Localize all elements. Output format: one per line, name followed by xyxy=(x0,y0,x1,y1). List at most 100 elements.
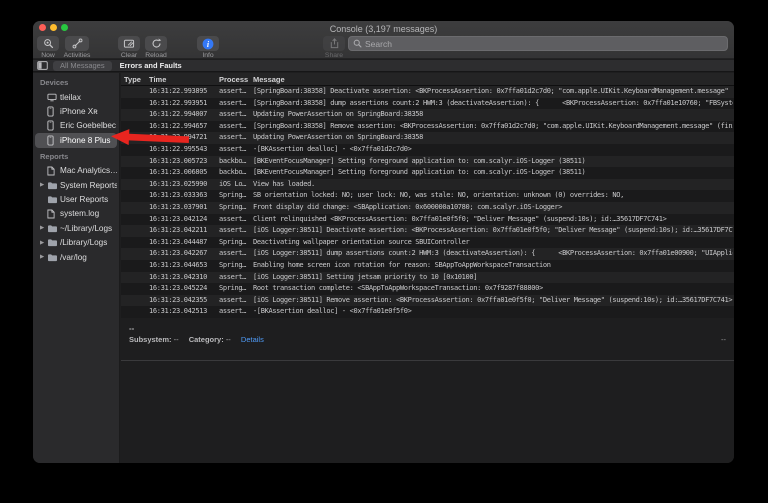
log-process: assert… xyxy=(219,295,251,307)
sidebar-item-label: Mac Analytics… xyxy=(60,166,117,175)
sidebar-item-library-logs[interactable]: ▶/Library/Logs xyxy=(35,236,117,250)
display-icon xyxy=(47,93,58,102)
log-row[interactable]: 16:31:22.993951assert…[SpringBoard:38358… xyxy=(121,98,734,110)
log-row[interactable]: 16:31:23.042267assert…[iOS Logger:38511]… xyxy=(121,248,734,260)
subsystem-label: Subsystem: xyxy=(129,335,172,344)
sidebar-item-label: iPhone 8 Plus xyxy=(60,136,111,145)
log-row[interactable]: 16:31:22.995543assert…-[BKAssertion deal… xyxy=(121,144,734,156)
reload-button[interactable] xyxy=(145,36,167,51)
log-message: Updating PowerAssertion on SpringBoard:3… xyxy=(253,132,733,144)
log-time: 16:31:23.042124 xyxy=(149,214,207,226)
sidebar-item-eric-goebelbec[interactable]: Eric Goebelbec… xyxy=(35,119,117,133)
iphone-icon xyxy=(47,120,58,131)
log-time: 16:31:23.042513 xyxy=(149,306,207,318)
iphone-icon xyxy=(47,106,58,117)
log-row[interactable]: 16:31:22.993895assert…[SpringBoard:38358… xyxy=(121,86,734,98)
info-icon: i xyxy=(202,38,214,50)
sidebar-item-label: tleilax xyxy=(60,93,81,102)
log-row[interactable]: 16:31:23.042211assert…[iOS Logger:38511]… xyxy=(121,225,734,237)
search-field[interactable] xyxy=(348,36,728,51)
log-row[interactable]: 16:31:22.994721assert…Updating PowerAsse… xyxy=(121,132,734,144)
log-row[interactable]: 16:31:23.042124assert…Client relinquishe… xyxy=(121,214,734,226)
log-row[interactable]: 16:31:23.042513 assert…-[BKAssertion deal… xyxy=(121,306,734,318)
disclosure-triangle-icon[interactable]: ▶ xyxy=(40,225,47,231)
info-button[interactable]: i xyxy=(197,36,219,51)
log-process: backbo… xyxy=(219,156,251,168)
log-row[interactable]: 16:31:23.033363Spring…SB orientation loc… xyxy=(121,190,734,202)
log-row[interactable]: 16:31:23.044487Spring…Deactivating wallp… xyxy=(121,237,734,249)
folder-icon xyxy=(47,238,58,247)
log-message: [SpringBoard:38358] Remove assertion: <B… xyxy=(253,121,733,133)
log-row[interactable]: 16:31:23.025990iOS Lo…View has loaded. xyxy=(121,179,734,191)
sidebar-item-label: /var/log xyxy=(60,253,87,262)
log-time: 16:31:23.006805 xyxy=(149,167,207,179)
log-message: [iOS Logger:38511] Deactivate assertion:… xyxy=(253,225,733,237)
filter-bar: All Messages Errors and Faults xyxy=(33,60,734,72)
log-process: assert… xyxy=(219,306,251,318)
sidebar-item-var-log[interactable]: ▶ /var/log xyxy=(35,250,117,264)
log-row[interactable]: 16:31:22.994007assert…Updating PowerAsse… xyxy=(121,109,734,121)
log-time: 16:31:23.005723 xyxy=(149,156,207,168)
log-row[interactable]: 16:31:23.042355assert…[iOS Logger:38511]… xyxy=(121,295,734,307)
log-message: -[BKAssertion dealloc] - <0x7ffa01d2c7d0… xyxy=(253,144,733,156)
disclosure-triangle-icon[interactable]: ▶ xyxy=(40,182,47,188)
reload-button-label: Reload xyxy=(145,52,167,59)
log-row[interactable]: 16:31:23.042310assert…[iOS Logger:38511]… xyxy=(121,272,734,284)
sidebar-item-tleilax[interactable]: tleilax xyxy=(35,90,117,104)
log-message: [iOS Logger:38511] Remove assertion: <BK… xyxy=(253,295,733,307)
sidebar-item-user-reports[interactable]: User Reports xyxy=(35,192,117,206)
log-row[interactable]: 16:31:22.994657assert…[SpringBoard:38358… xyxy=(121,121,734,133)
sidebar-toggle-icon[interactable] xyxy=(37,61,48,70)
disclosure-triangle-icon[interactable]: ▶ xyxy=(40,240,47,246)
subsystem-value: -- xyxy=(174,335,179,344)
tab-all-messages[interactable]: All Messages xyxy=(53,61,112,71)
sidebar-item-system-log[interactable]: system.log xyxy=(35,207,117,221)
sidebar-item-library-logs[interactable]: ▶~/Library/Logs xyxy=(35,221,117,235)
log-message: [BKEventFocusManager] Setting foreground… xyxy=(253,156,733,168)
log-row[interactable]: 16:31:23.045224Spring…Root transaction c… xyxy=(121,283,734,295)
now-button[interactable] xyxy=(37,36,59,51)
log-process: assert… xyxy=(219,109,251,121)
window-chrome: Console (3,197 messages) NowActivitiesCl… xyxy=(33,21,734,59)
sidebar-item-label: iPhone Xʀ xyxy=(60,107,98,116)
column-header-message[interactable]: Message xyxy=(253,75,285,84)
log-time: 16:31:23.042267 xyxy=(149,248,207,260)
detail-summary: -- xyxy=(129,324,134,333)
clear-button-label: Clear xyxy=(121,52,137,59)
sidebar-item-system-reports[interactable]: ▶System Reports xyxy=(35,178,117,192)
sidebar-item-iphone-x[interactable]: iPhone Xʀ xyxy=(35,104,117,118)
share-button-label: Share xyxy=(325,52,343,59)
column-header-type[interactable]: Type xyxy=(124,75,141,84)
disclosure-triangle-icon[interactable]: ▶ xyxy=(40,254,47,260)
activities-button[interactable] xyxy=(65,36,89,51)
log-row[interactable]: 16:31:23.044653Spring…Enabling home scre… xyxy=(121,260,734,272)
log-time: 16:31:22.993951 xyxy=(149,98,207,110)
log-process: Spring… xyxy=(219,202,251,214)
folder-icon xyxy=(47,253,58,262)
search-input[interactable] xyxy=(365,39,723,49)
log-row[interactable]: 16:31:23.006805backbo…[BKEventFocusManag… xyxy=(121,167,734,179)
clear-icon xyxy=(123,38,135,49)
search-icon xyxy=(353,35,362,53)
log-time: 16:31:23.037901 xyxy=(149,202,207,214)
table-header: Type Time Process Message xyxy=(121,73,734,86)
column-header-time[interactable]: Time xyxy=(149,75,166,84)
log-process: assert… xyxy=(219,121,251,133)
clear-button[interactable] xyxy=(118,36,140,51)
iphone-icon xyxy=(47,135,58,146)
log-process: Spring… xyxy=(219,260,251,272)
sidebar-item-label: Eric Goebelbec… xyxy=(60,121,117,130)
log-row[interactable]: 16:31:23.037901Spring…Front display did … xyxy=(121,202,734,214)
column-header-process[interactable]: Process xyxy=(219,75,248,84)
details-link[interactable]: Details xyxy=(241,335,264,344)
tab-errors-and-faults[interactable]: Errors and Faults xyxy=(120,61,182,70)
activities-button-label: Activities xyxy=(64,52,91,59)
screen: Console (3,197 messages) NowActivitiesCl… xyxy=(0,0,768,503)
sidebar-item-mac-analytics[interactable]: Mac Analytics… xyxy=(35,164,117,178)
share-button[interactable] xyxy=(323,36,345,51)
log-message: -[BKAssertion dealloc] - <0x7ffa01e0f5f0… xyxy=(253,306,733,318)
log-process: backbo… xyxy=(219,167,251,179)
sidebar-item-iphone-8-plus[interactable]: iPhone 8 Plus xyxy=(35,133,117,147)
detail-divider xyxy=(121,360,734,361)
log-row[interactable]: 16:31:23.005723 backbo…[BKEventFocusManag… xyxy=(121,156,734,168)
